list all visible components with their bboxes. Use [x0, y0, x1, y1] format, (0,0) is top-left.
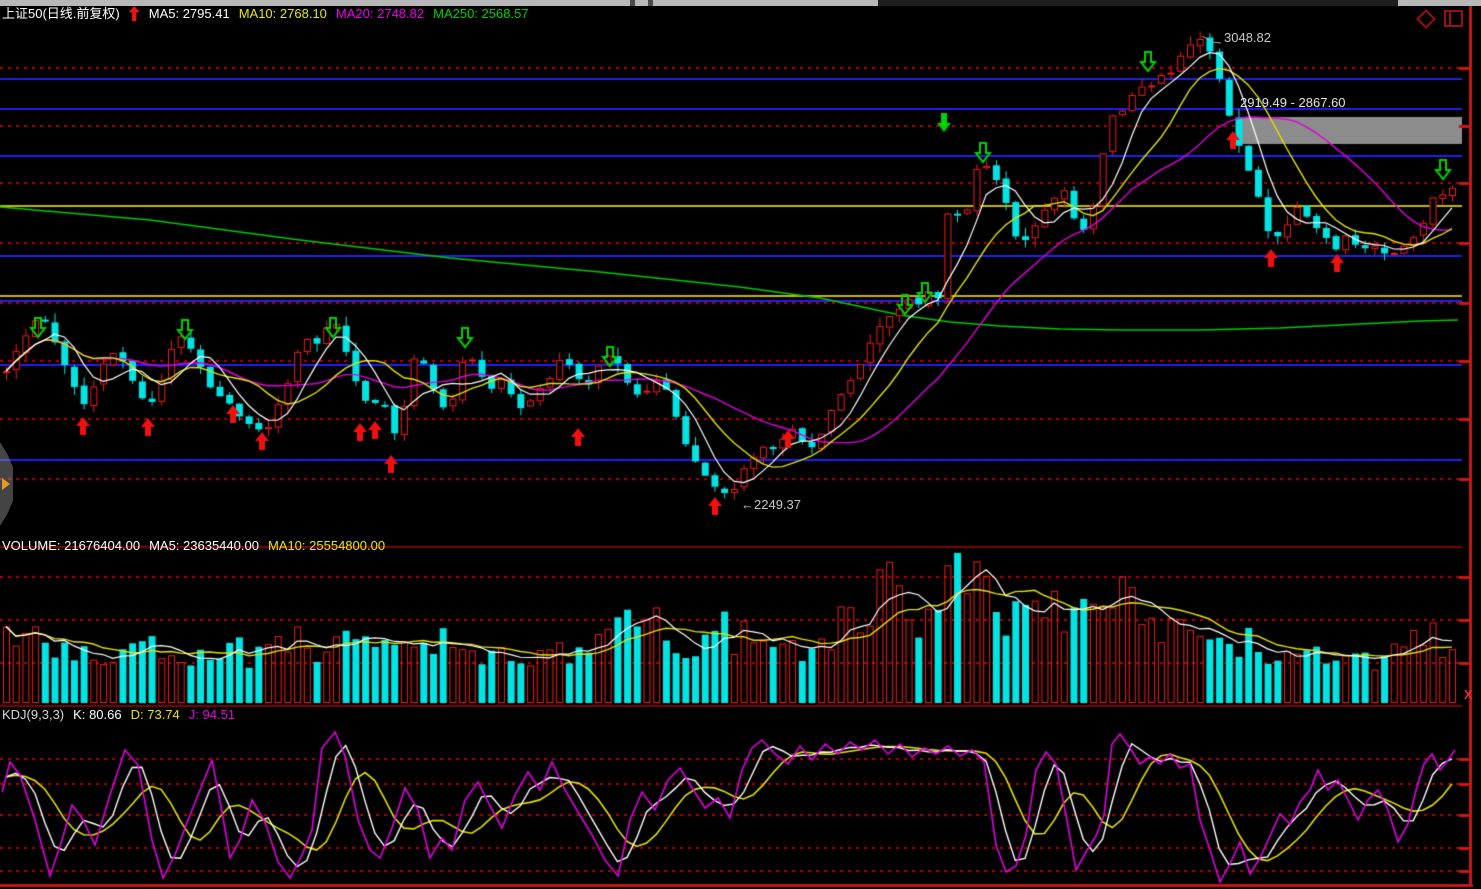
volume-header: VOLUME: 21676404.00 MA5: 23635440.00 MA1… [2, 538, 385, 553]
ma10-legend: MA10: 2768.10 [239, 6, 327, 21]
kdj-label: KDJ(9,3,3) [2, 707, 64, 722]
peak-price-annotation: 3048.82 [1224, 30, 1271, 45]
range-price-annotation: 2919.49 - 2867.60 [1240, 95, 1346, 110]
top-scrollbar-notch [648, 0, 653, 6]
top-scrollbar-notch [630, 0, 635, 6]
diamond-icon[interactable] [1416, 9, 1436, 29]
volume-ma10-legend: MA10: 25554800.00 [268, 538, 385, 553]
expand-arrow-icon [2, 478, 10, 490]
volume-legend: VOLUME: 21676404.00 [2, 538, 140, 553]
main-chart-header: 上证50(日线.前复权) MA5: 2795.41 MA10: 2768.10 … [2, 6, 529, 21]
top-scrollbar-track [878, 0, 1398, 6]
ma5-legend: MA5: 2795.41 [149, 6, 230, 21]
kdj-k-legend: K: 80.66 [73, 707, 121, 722]
up-arrow-icon [129, 6, 140, 21]
close-icon[interactable]: X [1464, 687, 1473, 702]
chart-title: 上证50(日线.前复权) [2, 6, 120, 21]
kdj-d-legend: D: 73.74 [131, 707, 180, 722]
kdj-header: KDJ(9,3,3) K: 80.66 D: 73.74 J: 94.51 [2, 707, 235, 722]
trading-app-window: 上证50(日线.前复权) MA5: 2795.41 MA10: 2768.10 … [0, 0, 1481, 889]
volume-ma5-legend: MA5: 23635440.00 [149, 538, 259, 553]
split-window-icon[interactable] [1444, 10, 1463, 27]
low-price-annotation: ←2249.37 [741, 497, 801, 512]
corner-toolbar [1419, 10, 1463, 27]
ma20-legend: MA20: 2748.82 [336, 6, 424, 21]
chart-canvas [0, 0, 1481, 889]
kdj-j-legend: J: 94.51 [189, 707, 235, 722]
ma250-legend: MA250: 2568.57 [433, 6, 528, 21]
